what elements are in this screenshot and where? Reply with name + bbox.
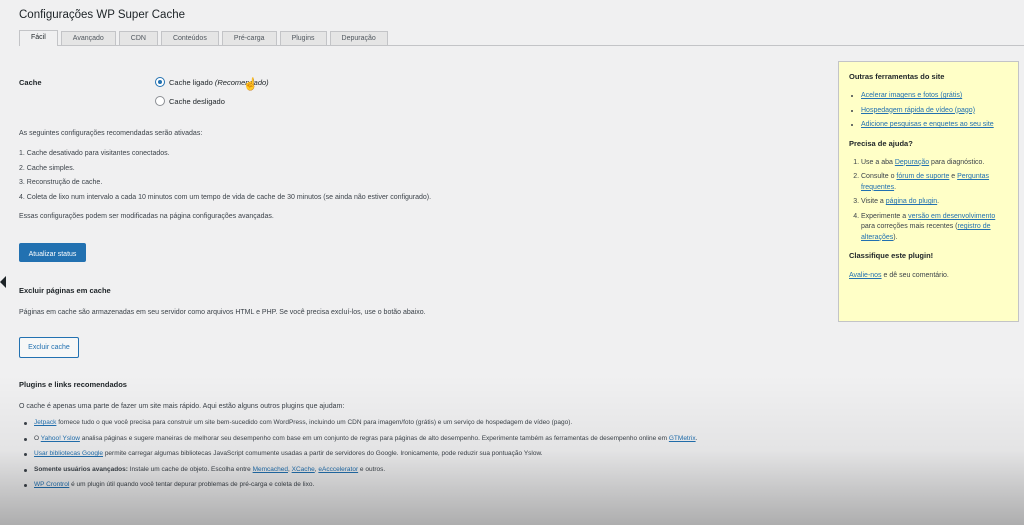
list-item: Adicione pesquisas e enquetes ao seu sit… bbox=[861, 120, 1008, 131]
cache-off-radio[interactable]: Cache desligado bbox=[155, 96, 225, 106]
list-item: WP Crontrol é um plugin útil quando você… bbox=[19, 481, 697, 497]
tab-pre-carga[interactable]: Pré-carga bbox=[221, 31, 277, 46]
tool-link[interactable]: Adicione pesquisas e enquetes ao seu sit… bbox=[861, 121, 994, 128]
settings-page: Configurações WP Super Cache Fácil Avanç… bbox=[0, 0, 1024, 525]
cache-on-note: (Recomendado) bbox=[214, 77, 269, 87]
sidebar-box: Outras ferramentas do site Acelerar imag… bbox=[838, 61, 1019, 322]
recommended-intro: As seguintes configurações recomendadas … bbox=[19, 130, 203, 137]
support-forum-link[interactable]: fórum de suporte bbox=[896, 173, 949, 180]
page-title: Configurações WP Super Cache bbox=[19, 9, 185, 21]
list-item: Experimente a versão em desenvolvimento … bbox=[861, 212, 1008, 244]
list-item: Consulte o fórum de suporte e Perguntas … bbox=[861, 172, 1008, 193]
delete-cache-text: Páginas em cache são armazenadas em seu … bbox=[19, 309, 426, 316]
tool-link[interactable]: Hospedagem rápida de vídeo (pago) bbox=[861, 107, 975, 114]
cache-label: Cache bbox=[19, 78, 42, 87]
tab-facil[interactable]: Fácil bbox=[19, 30, 58, 46]
eaccelerator-link[interactable]: eAcccelerator bbox=[318, 466, 358, 473]
rate-text: e dê seu comentário. bbox=[881, 272, 949, 279]
list-item: Usar bibliotecas Google permite carregar… bbox=[19, 450, 697, 466]
yslow-link[interactable]: Yahoo! Yslow bbox=[41, 435, 80, 442]
help-heading: Precisa de ajuda? bbox=[849, 138, 913, 148]
list-item: 4. Coleta de lixo num intervalo a cada 1… bbox=[19, 193, 432, 201]
delete-cache-button[interactable]: Excluir cache bbox=[19, 337, 79, 358]
collapse-arrow-icon[interactable] bbox=[0, 276, 6, 288]
tools-heading: Outras ferramentas do site bbox=[849, 72, 945, 81]
plugins-heading: Plugins e links recomendados bbox=[19, 380, 127, 389]
memcached-link[interactable]: Memcached bbox=[253, 466, 288, 473]
google-libraries-link[interactable]: Usar bibliotecas Google bbox=[34, 450, 103, 457]
recommended-list: 1. Cache desativado para visitantes cone… bbox=[19, 150, 431, 208]
cache-off-label: Cache desligado bbox=[169, 96, 225, 106]
list-item: Acelerar imagens e fotos (grátis) bbox=[861, 91, 1008, 102]
debug-link[interactable]: Depuração bbox=[895, 159, 929, 166]
dev-version-link[interactable]: versão em desenvolvimento bbox=[908, 213, 995, 220]
rate-heading: Classifique este plugin! bbox=[849, 251, 934, 260]
tab-divider bbox=[19, 45, 1024, 46]
mouse-pointer-icon: ☝ bbox=[243, 77, 258, 91]
tab-cdn[interactable]: CDN bbox=[118, 31, 158, 46]
list-item: 2. Cache simples. bbox=[19, 164, 75, 172]
recommended-note: Essas configurações podem ser modificada… bbox=[19, 213, 274, 220]
delete-cache-heading: Excluir páginas em cache bbox=[19, 286, 111, 295]
tab-plugins[interactable]: Plugins bbox=[279, 31, 327, 46]
tab-avancado[interactable]: Avançado bbox=[60, 31, 116, 46]
wp-crontrol-link[interactable]: WP Crontrol bbox=[34, 481, 69, 488]
tab-depuracao[interactable]: Depuração bbox=[329, 31, 388, 46]
radio-checked-icon bbox=[155, 77, 165, 87]
help-list: Use a aba Depuração para diagnóstico. Co… bbox=[849, 158, 1008, 244]
list-item: 3. Reconstrução de cache. bbox=[19, 179, 103, 186]
plugins-list: Jetpack fornece tudo o que você precisa … bbox=[19, 419, 697, 497]
list-item: Use a aba Depuração para diagnóstico. bbox=[861, 158, 1008, 169]
plugins-intro: O cache é apenas uma parte de fazer um s… bbox=[19, 403, 345, 410]
tab-conteudos[interactable]: Conteúdos bbox=[160, 31, 219, 46]
xcache-link[interactable]: XCache bbox=[292, 466, 315, 473]
plugin-page-link[interactable]: página do plugin bbox=[886, 198, 937, 205]
list-item: Visite a página do plugin. bbox=[861, 197, 1008, 208]
tab-bar: Fácil Avançado CDN Conteúdos Pré-carga P… bbox=[19, 30, 391, 46]
list-item: Hospedagem rápida de vídeo (pago) bbox=[861, 106, 1008, 117]
jetpack-link[interactable]: Jetpack bbox=[34, 419, 56, 426]
tools-list: Acelerar imagens e fotos (grátis) Hosped… bbox=[849, 91, 1008, 131]
rate-link[interactable]: Avalie-nos bbox=[849, 272, 882, 279]
list-item: Somente usuários avançados: Instale um c… bbox=[19, 466, 697, 482]
list-item: O Yahoo! Yslow analisa páginas e sugere … bbox=[19, 435, 697, 451]
list-item: Jetpack fornece tudo o que você precisa … bbox=[19, 419, 697, 435]
radio-unchecked-icon bbox=[155, 96, 165, 106]
update-status-button[interactable]: Atualizar status bbox=[19, 243, 86, 262]
gtmetrix-link[interactable]: GTMetrix bbox=[669, 435, 696, 442]
tool-link[interactable]: Acelerar imagens e fotos (grátis) bbox=[861, 92, 962, 99]
list-item: 1. Cache desativado para visitantes cone… bbox=[19, 150, 170, 157]
cache-on-label: Cache ligado bbox=[169, 77, 213, 87]
